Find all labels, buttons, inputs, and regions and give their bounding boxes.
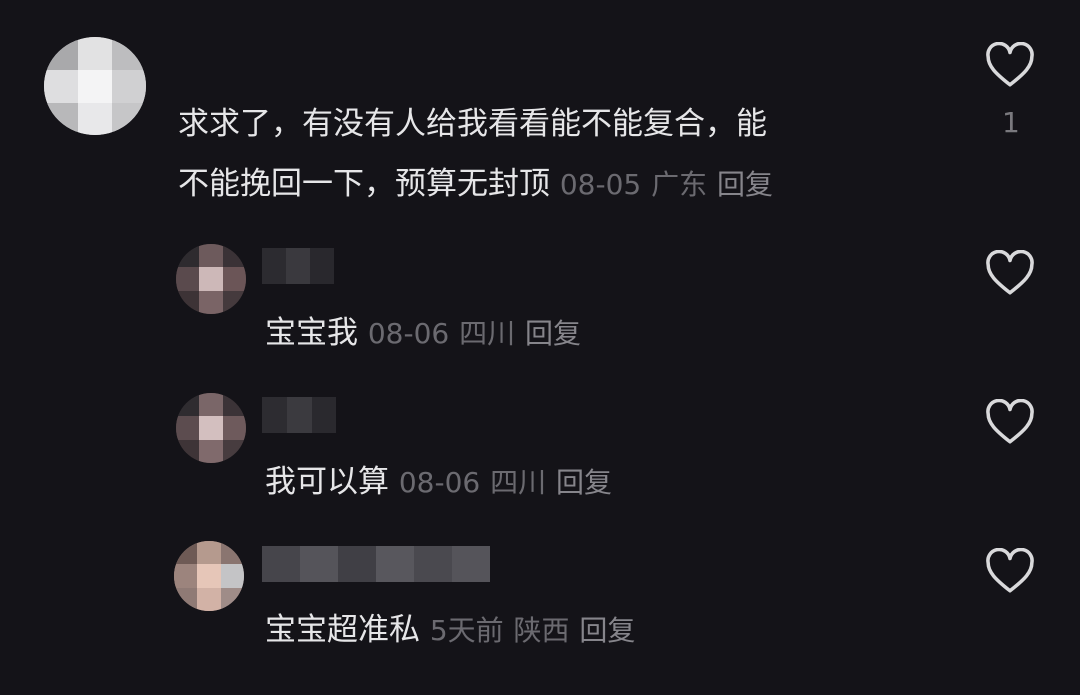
username[interactable] — [262, 397, 336, 433]
reply-date: 5天前 — [429, 614, 504, 647]
username[interactable] — [262, 248, 334, 284]
reply-location: 四川 — [459, 317, 516, 350]
reply-location: 陕西 — [513, 614, 570, 647]
comment-text-line1: 求求了，有没有人给我看看能不能复合，能 — [178, 106, 767, 142]
avatar[interactable] — [44, 37, 146, 135]
reply-location: 四川 — [490, 466, 547, 499]
reply-button[interactable]: 回复 — [579, 614, 635, 647]
heart-outline-icon[interactable] — [985, 42, 1035, 88]
comment-date: 08-05 — [559, 168, 642, 201]
reply-line: 宝宝超准私 5天前 陕西 回复 — [265, 610, 635, 651]
like-count: 1 — [1002, 106, 1020, 139]
avatar[interactable] — [176, 393, 246, 463]
reply-text: 宝宝我 — [265, 315, 358, 351]
reply-button[interactable]: 回复 — [717, 168, 773, 201]
reply-text: 宝宝超准私 — [265, 612, 420, 648]
reply-date: 08-06 — [398, 466, 481, 499]
avatar[interactable] — [176, 244, 246, 314]
reply-button[interactable]: 回复 — [556, 466, 612, 499]
comment-location: 广东 — [651, 168, 708, 201]
comment-text-line2: 不能挽回一下，预算无封顶 08-05 广东 回复 — [178, 164, 773, 205]
heart-outline-icon[interactable] — [985, 399, 1035, 445]
reply-text: 我可以算 — [265, 464, 389, 500]
reply-button[interactable]: 回复 — [525, 317, 581, 350]
avatar[interactable] — [174, 541, 244, 611]
username[interactable] — [262, 546, 490, 582]
reply-line: 宝宝我 08-06 四川 回复 — [265, 313, 581, 354]
comment-text: 不能挽回一下，预算无封顶 — [178, 166, 550, 202]
heart-outline-icon[interactable] — [985, 250, 1035, 296]
reply-date: 08-06 — [367, 317, 450, 350]
reply-line: 我可以算 08-06 四川 回复 — [265, 462, 612, 503]
heart-outline-icon[interactable] — [985, 548, 1035, 594]
